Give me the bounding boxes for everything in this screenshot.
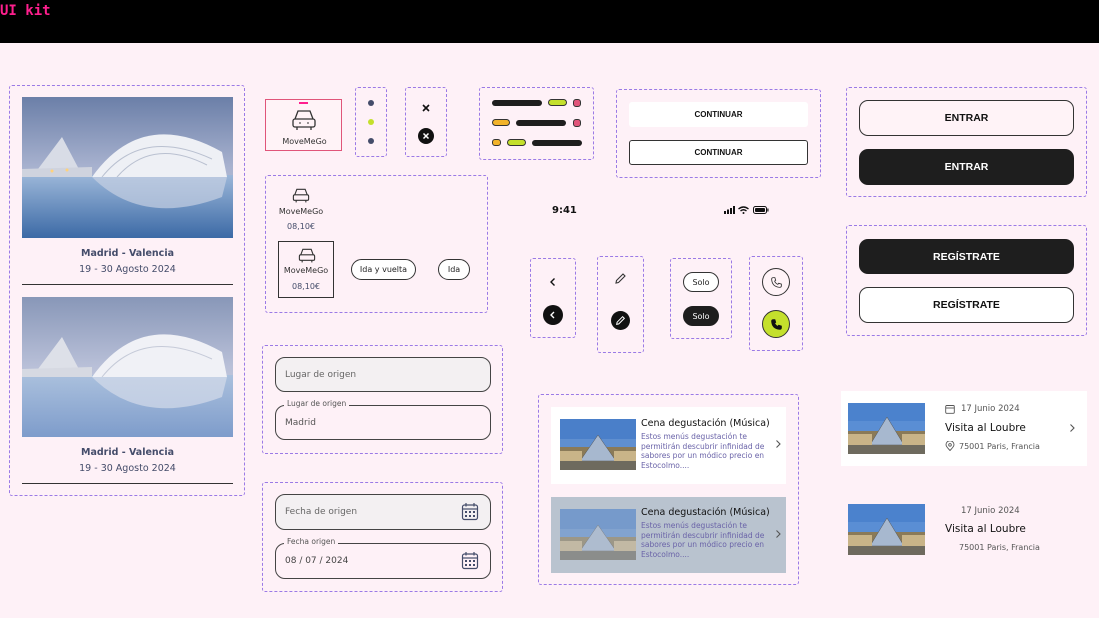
close-circle-icon[interactable]: [418, 128, 434, 144]
visit-address: 75001 Paris, Francia: [959, 442, 1040, 451]
solo-chip-selected[interactable]: Solo: [683, 306, 719, 326]
vehicle-brand: MoveMeGo: [282, 137, 327, 146]
event-text: Cena degustación (Música) Estos menús de…: [641, 507, 773, 559]
visit-card-plain[interactable]: 17 Junio 2024 Visita al Loubre 75001 Par…: [841, 494, 1087, 569]
visit-card[interactable]: 17 Junio 2024 Visita al Loubre 75001 Par…: [841, 391, 1087, 466]
register-button-outline[interactable]: REGÍSTRATE: [859, 287, 1074, 323]
edit-icons-group: [597, 256, 644, 353]
continue-button-outline[interactable]: CONTINUAR: [629, 140, 808, 165]
date-input-placeholder: Fecha de origen: [285, 507, 358, 517]
calendar-icon: [945, 404, 955, 414]
enter-button[interactable]: ENTRAR: [859, 149, 1074, 185]
vehicle-price: 08,10€: [292, 282, 320, 291]
event-text: Cena degustación (Música) Estos menús de…: [641, 418, 773, 470]
dot-active: [368, 119, 374, 125]
progress-segment-active: [492, 119, 510, 126]
enter-button-outline[interactable]: ENTRAR: [859, 100, 1074, 136]
chevron-left-circle-icon[interactable]: [543, 305, 563, 325]
top-bar: [0, 0, 1099, 43]
visit-date: 17 Junio 2024: [961, 404, 1020, 414]
origin-input[interactable]: Madrid: [275, 405, 491, 440]
pencil-icon[interactable]: [614, 272, 627, 285]
status-time: 9:41: [552, 205, 577, 216]
visit-title: Visita al Loubre: [945, 523, 1026, 535]
progress-segment-active: [548, 99, 567, 106]
destination-title: Madrid - Valencia: [81, 447, 174, 458]
calendar-icon[interactable]: [461, 502, 479, 521]
progress-dot: [492, 139, 501, 146]
date-input-value: 08 / 07 / 2024: [285, 556, 349, 566]
battery-icon: [753, 206, 769, 214]
event-description: Estos menús degustación te permitirán de…: [641, 521, 765, 559]
car-icon: [291, 108, 317, 132]
date-input-empty[interactable]: Fecha de origen: [275, 494, 491, 530]
calendar-icon[interactable]: [461, 551, 479, 570]
progress-segment: [492, 100, 542, 106]
progress-dot: [573, 119, 581, 127]
vehicle-price: 08,10€: [287, 222, 315, 231]
destination-info: Madrid - Valencia 19 - 30 Agosto 2024: [22, 248, 233, 275]
phone-icon[interactable]: [762, 268, 790, 296]
one-way-pill[interactable]: Ida: [438, 259, 470, 280]
destination-image[interactable]: [22, 297, 233, 437]
register-button[interactable]: REGÍSTRATE: [859, 239, 1074, 274]
progress-segment: [532, 140, 582, 146]
event-image: [560, 419, 636, 470]
event-image: [560, 509, 636, 560]
date-input[interactable]: 08 / 07 / 2024: [275, 543, 491, 579]
origin-input-empty[interactable]: Lugar de origen: [275, 357, 491, 392]
close-icons-group: [405, 87, 447, 157]
destination-image[interactable]: [22, 97, 233, 238]
event-description: Estos menús degustación te permitirán de…: [641, 432, 765, 470]
vehicle-option[interactable]: MoveMeGo 08,10€: [278, 241, 334, 298]
signal-icon: [724, 206, 735, 214]
divider: [22, 483, 233, 484]
chevron-right-icon[interactable]: [774, 439, 782, 449]
round-trip-pill[interactable]: Ida y vuelta: [351, 259, 416, 280]
progress-segment: [516, 120, 566, 126]
event-title: Cena degustación (Música): [641, 418, 770, 429]
destination-dates: 19 - 30 Agosto 2024: [79, 264, 176, 275]
event-title: Cena degustación (Música): [641, 507, 770, 518]
visit-date: 17 Junio 2024: [961, 506, 1020, 516]
continue-button[interactable]: CONTINUAR: [629, 102, 808, 127]
divider: [22, 284, 233, 285]
dot: [368, 100, 374, 106]
solo-chip[interactable]: Solo: [683, 272, 719, 292]
close-icon[interactable]: [419, 101, 433, 115]
vehicle-brand: MoveMeGo: [283, 266, 329, 275]
chevron-left-icon[interactable]: [547, 276, 559, 288]
event-card-selected[interactable]: Cena degustación (Música) Estos menús de…: [551, 497, 786, 573]
visit-image: [848, 403, 925, 454]
destination-dates: 19 - 30 Agosto 2024: [79, 463, 176, 474]
dot: [368, 138, 374, 144]
phone-active-icon[interactable]: [762, 310, 790, 338]
vehicle-brand: MoveMeGo: [278, 207, 324, 216]
back-icons-group: [530, 258, 576, 338]
chevron-right-icon[interactable]: [1068, 423, 1076, 433]
visit-title: Visita al Loubre: [945, 422, 1026, 434]
vehicle-option-selected[interactable]: MoveMeGo: [265, 99, 342, 151]
page-title: UI kit: [0, 3, 51, 19]
car-icon: [292, 187, 310, 204]
origin-input-label: Lugar de origen: [284, 399, 350, 408]
visit-image: [848, 504, 925, 555]
location-icon: [945, 441, 955, 451]
chevron-right-icon[interactable]: [774, 529, 782, 539]
solo-chips-group: [670, 258, 732, 339]
destination-info: Madrid - Valencia 19 - 30 Agosto 2024: [22, 447, 233, 474]
date-input-label: Fecha origen: [284, 537, 339, 546]
car-icon: [298, 247, 316, 264]
progress-segment-active: [507, 139, 526, 146]
visit-address: 75001 Paris, Francia: [959, 543, 1040, 552]
destination-title: Madrid - Valencia: [81, 248, 174, 259]
wifi-icon: [738, 206, 749, 214]
progress-dot: [573, 99, 581, 107]
pencil-circle-icon[interactable]: [611, 311, 630, 330]
event-card[interactable]: Cena degustación (Música) Estos menús de…: [551, 407, 786, 484]
selected-indicator: [299, 102, 308, 104]
